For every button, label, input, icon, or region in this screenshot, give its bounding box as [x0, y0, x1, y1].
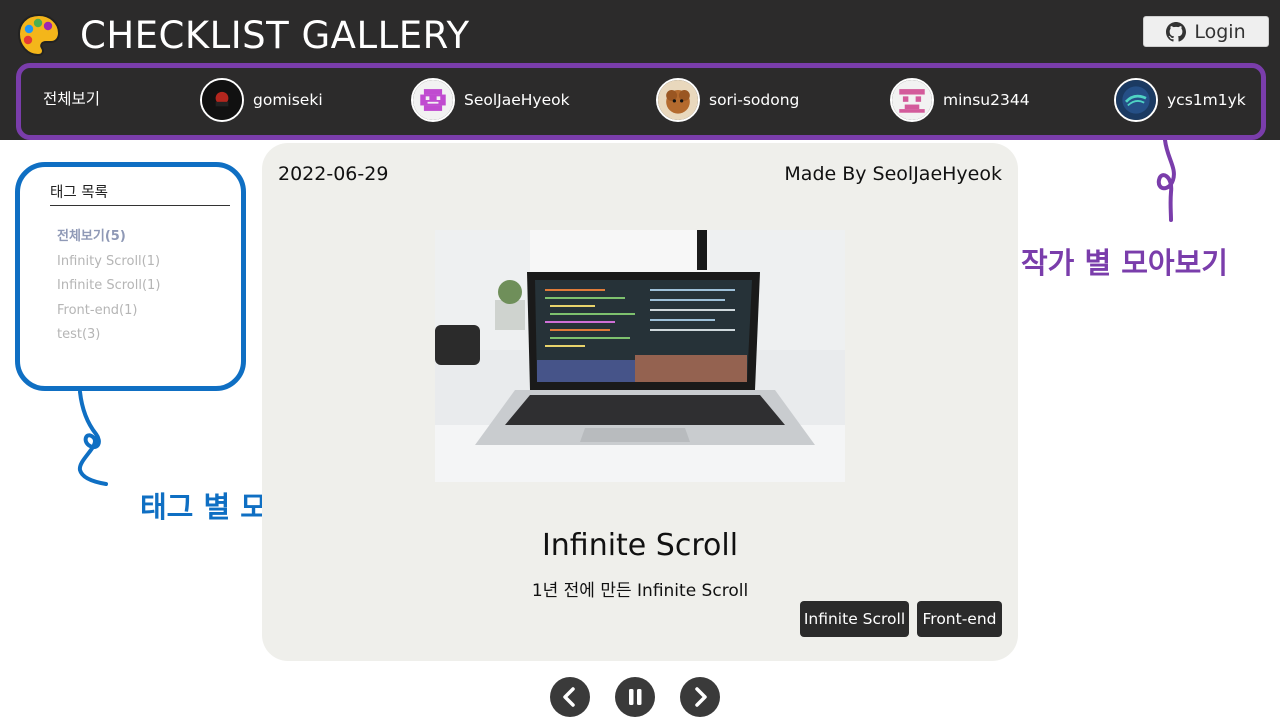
gallery-card[interactable]: 2022-06-29 Made By SeolJaeHyeok Infinite… [262, 143, 1018, 661]
author-name: sori-sodong [709, 90, 800, 109]
tag-annotation-connector [77, 390, 108, 486]
chevron-right-icon [695, 687, 707, 707]
tag-item[interactable]: Infinity Scroll(1) [57, 252, 160, 277]
app-header: CHECKLIST GALLERY Login 전체보기 gomiseki Se… [0, 0, 1280, 140]
tag-item-all[interactable]: 전체보기(5) [57, 227, 160, 252]
avatar [1114, 77, 1158, 122]
author-annotation-connector [1156, 140, 1176, 222]
author-minsu2344[interactable]: minsu2344 [890, 77, 1030, 122]
card-date: 2022-06-29 [278, 163, 389, 185]
author-all[interactable]: 전체보기 [43, 87, 100, 109]
author-filter-bar: 전체보기 gomiseki SeolJaeHyeok sori-sodong m… [16, 63, 1266, 140]
tag-item[interactable]: test(3) [57, 325, 160, 350]
tag-panel-divider [50, 205, 230, 206]
author-name: ycs1m1yk [1167, 90, 1246, 109]
palette-icon [16, 12, 62, 58]
card-subtitle: 1년 전에 만든 Infinite Scroll [531, 581, 749, 601]
card-author: Made By SeolJaeHyeok [784, 163, 1002, 185]
author-name: gomiseki [253, 90, 323, 109]
tag-panel-title: 태그 목록 [50, 185, 108, 201]
author-ycs1m1yk[interactable]: ycs1m1yk [1114, 77, 1246, 122]
tag-item[interactable]: Front-end(1) [57, 301, 160, 326]
prev-button[interactable] [550, 677, 590, 717]
next-button[interactable] [680, 677, 720, 717]
tag-list: 전체보기(5) Infinity Scroll(1) Infinite Scro… [57, 227, 160, 350]
chevron-left-icon [563, 687, 575, 707]
card-title: Infinite Scroll [541, 528, 739, 563]
login-label: Login [1194, 20, 1246, 43]
tag-item[interactable]: Infinite Scroll(1) [57, 276, 160, 301]
pause-icon [629, 689, 642, 705]
avatar [656, 77, 700, 122]
avatar [200, 77, 244, 122]
card-tag-chip[interactable]: Infinite Scroll [800, 601, 909, 637]
author-annotation-label: 작가 별 모아보기 [1021, 246, 1228, 280]
brand[interactable]: CHECKLIST GALLERY [16, 12, 470, 58]
app-title: CHECKLIST GALLERY [80, 13, 470, 57]
card-image[interactable] [435, 230, 845, 482]
author-sori-sodong[interactable]: sori-sodong [656, 77, 800, 122]
author-gomiseki[interactable]: gomiseki [200, 77, 323, 122]
login-button[interactable]: Login [1143, 16, 1269, 47]
author-name: SeolJaeHyeok [464, 90, 570, 109]
card-tag-chip[interactable]: Front-end [917, 601, 1002, 637]
author-seoljaehyeok[interactable]: SeolJaeHyeok [411, 77, 570, 122]
author-name: minsu2344 [943, 90, 1030, 109]
avatar [411, 77, 455, 122]
pause-button[interactable] [615, 677, 655, 717]
tag-panel: 태그 목록 전체보기(5) Infinity Scroll(1) Infinit… [15, 162, 246, 391]
avatar [890, 77, 934, 122]
github-icon [1166, 21, 1187, 42]
